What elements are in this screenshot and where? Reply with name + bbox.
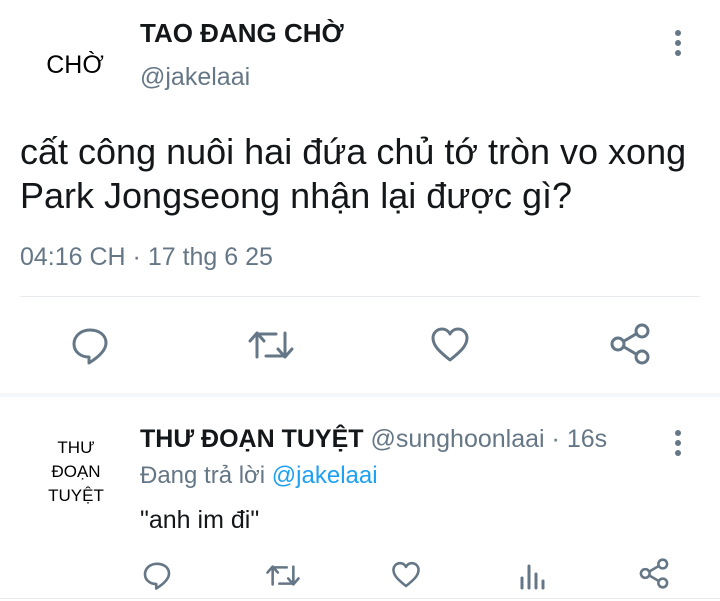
more-vertical-icon[interactable]: [668, 28, 688, 60]
avatar-label: CHỜ: [46, 51, 104, 79]
timestamp[interactable]: 04:16 CH · 17 thg 6 25: [20, 243, 273, 272]
divider: [20, 296, 700, 297]
tweet-text-line: cất công nuôi hai đứa chủ tớ tròn vo xon…: [20, 131, 687, 172]
reply-avatar[interactable]: THƯ ĐOẠN TUYỆT: [36, 436, 116, 508]
reply-handle[interactable]: @sunghoonlaai: [370, 425, 544, 453]
replying-to: Đang trả lời @jakelaai: [140, 462, 378, 490]
avatar[interactable]: CHỜ: [40, 50, 110, 80]
analytics-icon[interactable]: [518, 562, 546, 590]
tweet-text: cất công nuôi hai đứa chủ tớ tròn vo xon…: [20, 130, 686, 218]
reply-icon[interactable]: [142, 560, 172, 590]
reply-time: · 16s: [551, 425, 608, 453]
share-icon[interactable]: [638, 558, 670, 589]
retweet-icon[interactable]: [248, 327, 294, 363]
share-icon[interactable]: [608, 323, 652, 365]
bottom-divider: [0, 598, 720, 599]
like-icon[interactable]: [391, 561, 421, 589]
reply-icon[interactable]: [70, 325, 110, 365]
reply-header: THƯ ĐOẠN TUYỆT @sunghoonlaai · 16s: [140, 425, 607, 454]
avatar-label: TUYỆT: [48, 486, 104, 505]
section-separator: [0, 393, 720, 397]
replying-to-link[interactable]: @jakelaai: [272, 462, 378, 489]
reply-text: "anh im đi": [140, 506, 260, 534]
avatar-label: ĐOẠN: [51, 462, 101, 481]
tweet-text-line: Park Jongseong nhận lại được gì?: [20, 175, 573, 216]
display-name[interactable]: TAO ĐANG CHỜ: [140, 18, 344, 49]
reply-display-name[interactable]: THƯ ĐOẠN TUYỆT: [140, 425, 364, 453]
like-icon[interactable]: [430, 326, 470, 364]
avatar-label: THƯ: [57, 438, 95, 457]
replying-label: Đang trả lời: [140, 462, 266, 489]
retweet-icon[interactable]: [266, 562, 300, 589]
more-vertical-icon[interactable]: [668, 428, 688, 460]
handle[interactable]: @jakelaai: [140, 63, 250, 92]
